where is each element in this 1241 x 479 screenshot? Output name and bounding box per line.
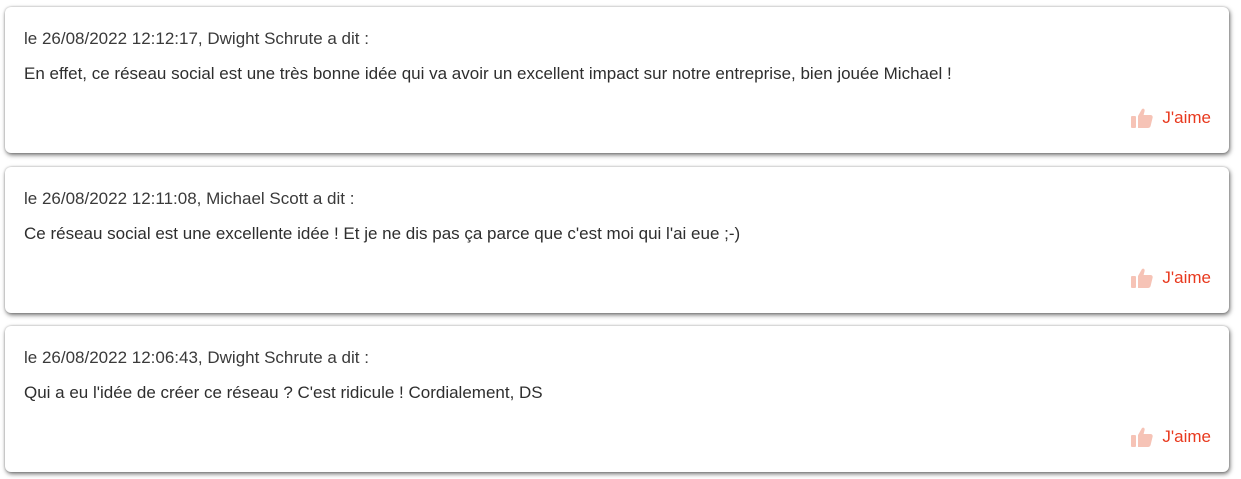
comment-feed: le 26/08/2022 12:12:17, Dwight Schrute a… xyxy=(0,0,1241,479)
comment-card: le 26/08/2022 12:11:08, Michael Scott a … xyxy=(5,167,1229,313)
thumbs-up-icon xyxy=(1131,268,1154,288)
comment-meta: le 26/08/2022 12:12:17, Dwight Schrute a… xyxy=(24,29,369,48)
comment-body: Ce réseau social est une excellente idée… xyxy=(24,224,741,243)
thumbs-up-icon xyxy=(1131,427,1154,447)
comment-body: Qui a eu l'idée de créer ce réseau ? C'e… xyxy=(24,383,543,402)
comment-card: le 26/08/2022 12:06:43, Dwight Schrute a… xyxy=(5,326,1229,472)
comment-card: le 26/08/2022 12:12:17, Dwight Schrute a… xyxy=(5,7,1229,153)
comment-meta: le 26/08/2022 12:11:08, Michael Scott a … xyxy=(24,189,355,208)
like-label: J'aime xyxy=(1162,108,1211,127)
like-button[interactable]: J'aime xyxy=(1131,427,1211,447)
comment-meta: le 26/08/2022 12:06:43, Dwight Schrute a… xyxy=(24,348,369,367)
comment-body: En effet, ce réseau social est une très … xyxy=(24,64,952,83)
like-button[interactable]: J'aime xyxy=(1131,108,1211,128)
like-button[interactable]: J'aime xyxy=(1131,268,1211,288)
thumbs-up-icon xyxy=(1131,108,1154,128)
like-label: J'aime xyxy=(1162,268,1211,287)
like-label: J'aime xyxy=(1162,427,1211,446)
